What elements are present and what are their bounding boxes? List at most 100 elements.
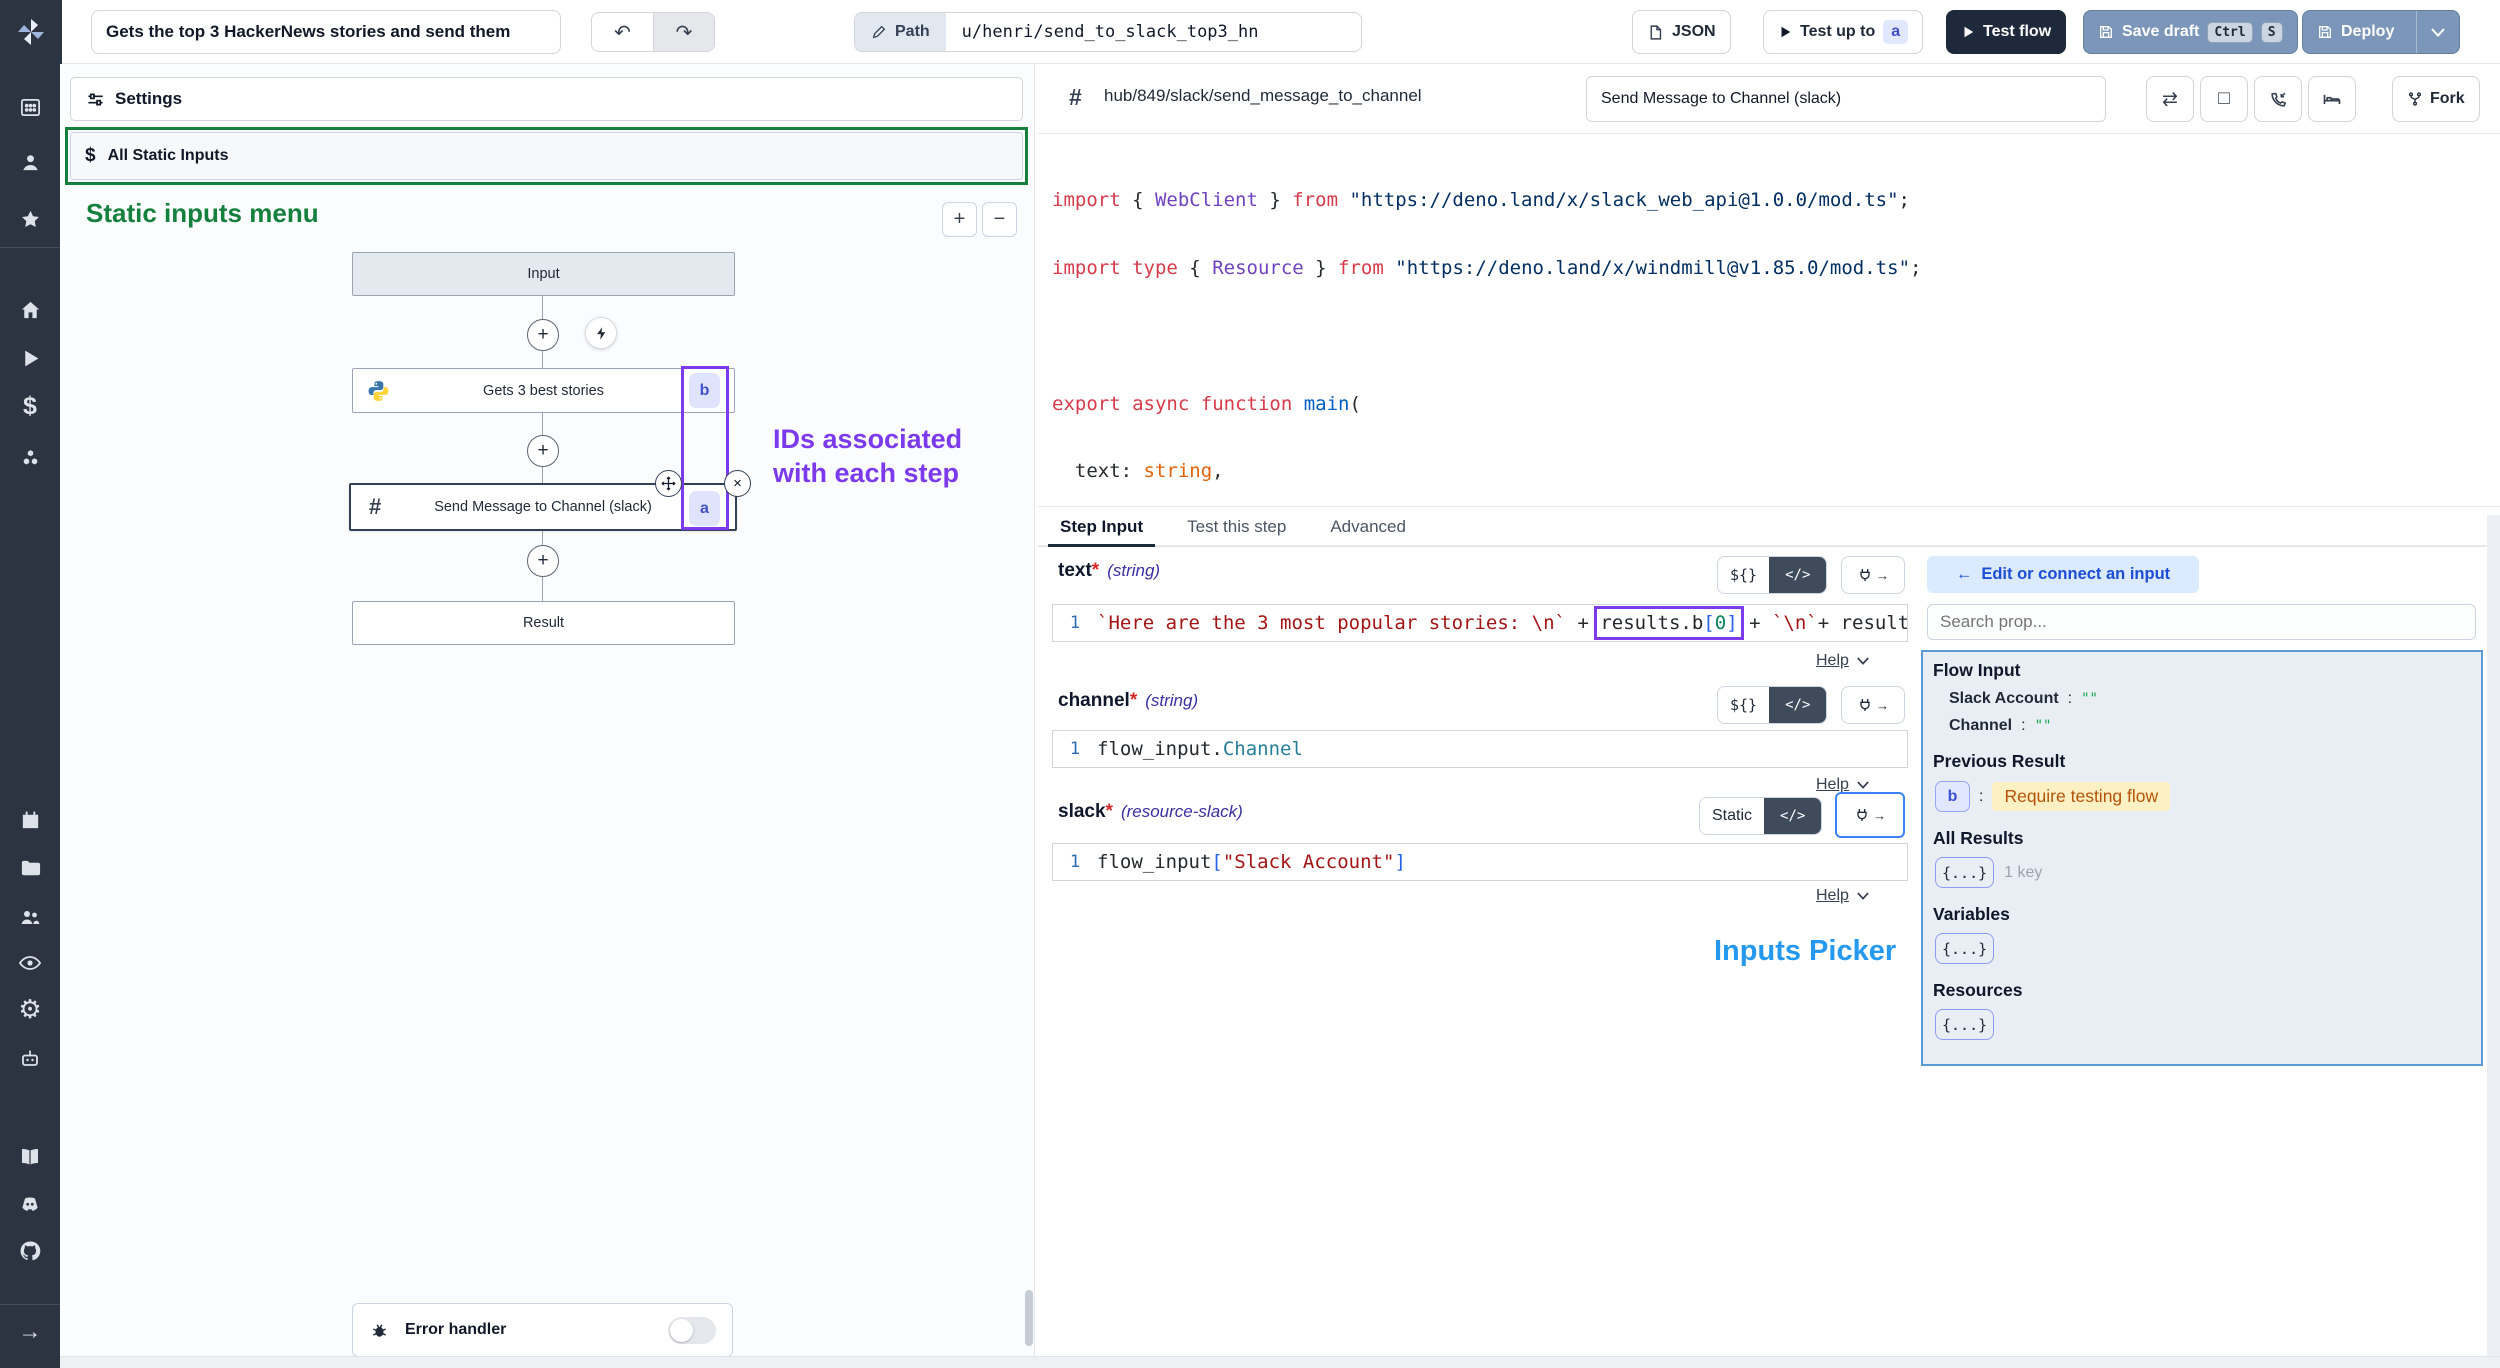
sidebar-item-home[interactable]: [0, 299, 60, 322]
sidebar-item-runs[interactable]: [0, 348, 60, 369]
sidebar-item-variables[interactable]: $: [0, 394, 60, 418]
edit-or-connect-label: Edit or connect an input: [1981, 565, 2170, 584]
error-handler-row: Error handler: [352, 1303, 733, 1356]
flow-node-step-b[interactable]: Gets 3 best stories: [352, 368, 735, 413]
step-summary-input[interactable]: [1586, 76, 2106, 122]
slack-mode-static[interactable]: Static: [1700, 798, 1764, 834]
expand-sidebar-button[interactable]: →: [0, 1319, 60, 1343]
sidebar-item-folders[interactable]: [0, 857, 60, 880]
windmill-logo-icon[interactable]: [0, 0, 62, 64]
slack-connect-highlight: →: [1835, 792, 1905, 838]
insert-step-button[interactable]: +: [527, 545, 559, 577]
step-b-id-badge[interactable]: b: [689, 373, 720, 408]
flow-settings-button[interactable]: Settings: [70, 77, 1023, 121]
redo-button[interactable]: ↷: [653, 13, 714, 51]
slack-help-link[interactable]: Help: [1816, 887, 1869, 905]
move-step-handle[interactable]: [655, 470, 682, 497]
fork-label: Fork: [2430, 90, 2465, 108]
flow-node-result[interactable]: Result: [352, 601, 735, 645]
sidebar-item-resources[interactable]: [0, 447, 60, 470]
test-up-to-button[interactable]: Test up to a: [1763, 10, 1923, 54]
resources-object-chip[interactable]: {...}: [1935, 1009, 1994, 1040]
play-icon: [1961, 25, 1975, 39]
test-up-to-step-badge[interactable]: a: [1883, 20, 1908, 44]
sidebar-item-schedules[interactable]: [0, 809, 60, 832]
sidebar-item-workers[interactable]: [0, 1047, 60, 1071]
code-line: export async function main(: [1052, 393, 2500, 416]
hub-script-path[interactable]: hub/849/slack/send_message_to_channel: [1104, 86, 1422, 106]
fork-button[interactable]: Fork: [2392, 76, 2480, 122]
insert-step-button[interactable]: +: [527, 435, 559, 467]
text-mode-template[interactable]: ${}: [1718, 557, 1769, 593]
sidebar-item-discord[interactable]: [0, 1192, 60, 1216]
json-button[interactable]: JSON: [1632, 10, 1731, 54]
deploy-button[interactable]: Deploy: [2302, 10, 2460, 54]
flow-name-input[interactable]: [91, 10, 561, 54]
suspend-button[interactable]: [2254, 76, 2302, 122]
slack-expression-editor[interactable]: 1 flow_input["Slack Account"]: [1052, 843, 1908, 881]
zoom-in-button[interactable]: +: [942, 202, 977, 237]
tab-test-this-step[interactable]: Test this step: [1187, 509, 1286, 545]
code-editor[interactable]: import { WebClient } from "https://deno.…: [1038, 134, 2500, 507]
slack-connect-button[interactable]: →: [1840, 797, 1900, 833]
previous-result-step-badge[interactable]: b: [1935, 781, 1970, 812]
sidebar-item-user[interactable]: [0, 151, 60, 174]
edit-or-connect-button[interactable]: ← Edit or connect an input: [1927, 556, 2199, 593]
channel-expression-editor[interactable]: 1 flow_input.Channel: [1052, 730, 1908, 768]
flow-node-input[interactable]: Input: [352, 252, 735, 296]
insert-step-button[interactable]: +: [527, 319, 559, 351]
all-static-inputs-button[interactable]: $ All Static Inputs: [70, 132, 1023, 180]
channel-mode-template[interactable]: ${}: [1718, 687, 1769, 723]
play-icon: [20, 348, 41, 369]
sidebar-item-docs[interactable]: [0, 1145, 60, 1169]
search-prop-input[interactable]: [1927, 604, 2476, 640]
flow-input-row-channel[interactable]: Channel : "": [1949, 717, 2467, 735]
trigger-button[interactable]: [585, 317, 617, 349]
require-testing-flow-note[interactable]: Require testing flow: [1992, 782, 2170, 811]
test-up-to-label: Test up to: [1800, 23, 1875, 41]
input-node-label: Input: [527, 266, 559, 282]
deploy-dropdown-button[interactable]: [2416, 11, 2459, 53]
channel-connect-button[interactable]: →: [1841, 686, 1905, 724]
save-draft-button[interactable]: Save draft Ctrl S: [2083, 10, 2298, 54]
zoom-out-button[interactable]: −: [982, 202, 1017, 237]
path-value[interactable]: u/henri/send_to_slack_top3_hn: [946, 13, 1361, 51]
save-draft-label: Save draft: [2122, 23, 2199, 41]
sidebar-item-settings[interactable]: ⚙: [0, 997, 60, 1021]
sidebar-item-groups[interactable]: [0, 905, 60, 929]
chevron-down-icon: [1857, 781, 1869, 789]
test-flow-button[interactable]: Test flow: [1946, 10, 2066, 54]
tab-advanced[interactable]: Advanced: [1330, 509, 1406, 545]
dollar-icon: $: [23, 394, 37, 418]
sidebar-item-audit[interactable]: [0, 951, 60, 975]
slack-mode-js[interactable]: </>: [1764, 798, 1821, 834]
flow-input-row-slack-account[interactable]: Slack Account : "": [1949, 690, 2467, 708]
bottom-scroll-track[interactable]: [60, 1356, 2500, 1368]
text-mode-js[interactable]: </>: [1769, 557, 1826, 593]
sidebar-item-github[interactable]: [0, 1239, 60, 1263]
flow-panel: Settings $ All Static Inputs Static inpu…: [60, 64, 1035, 1356]
settings-label: Settings: [115, 89, 182, 109]
flow-panel-scrollbar[interactable]: [1025, 1290, 1033, 1346]
sleep-button[interactable]: [2308, 76, 2356, 122]
path-chip[interactable]: Path: [855, 13, 946, 51]
variables-object-chip[interactable]: {...}: [1935, 933, 1994, 964]
text-help-link[interactable]: Help: [1816, 652, 1869, 670]
channel-mode-js[interactable]: </>: [1769, 687, 1826, 723]
delete-step-button[interactable]: ×: [724, 470, 751, 497]
user-icon: [19, 151, 42, 174]
sliders-icon: [86, 90, 105, 109]
text-connect-button[interactable]: →: [1841, 556, 1905, 594]
error-handler-toggle[interactable]: [668, 1317, 716, 1344]
step-a-id-badge[interactable]: a: [689, 491, 720, 526]
tab-step-input[interactable]: Step Input: [1060, 509, 1143, 545]
swap-script-button[interactable]: ⇄: [2146, 76, 2194, 122]
sidebar-item-favorites[interactable]: [0, 208, 60, 231]
sidebar-item-apps[interactable]: [0, 96, 60, 119]
right-scrollbar-track[interactable]: [2487, 515, 2500, 1356]
undo-button[interactable]: ↶: [592, 13, 653, 51]
all-results-object-chip[interactable]: {...}: [1935, 857, 1994, 888]
stop-after-if-button[interactable]: □: [2200, 76, 2248, 122]
text-expression-editor[interactable]: 1 `Here are the 3 most popular stories: …: [1052, 604, 1908, 642]
shortcut-s-key: S: [2261, 22, 2283, 43]
